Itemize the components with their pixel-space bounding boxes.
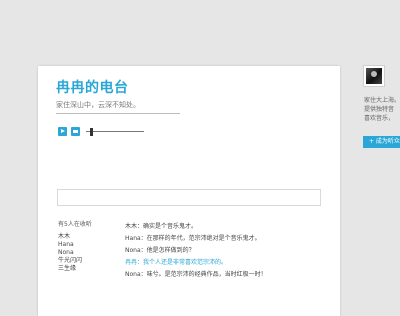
profile-line: 提供独特音 bbox=[364, 106, 395, 113]
profile-line: 喜欢音乐， bbox=[364, 115, 395, 122]
listener-item[interactable]: 牛光闪闪 bbox=[58, 257, 82, 265]
chat-message: Nona：他是怎样做到的？ bbox=[125, 247, 195, 254]
profile-line: 家住大上海。 bbox=[364, 97, 400, 104]
listener-item[interactable]: 三生缘 bbox=[58, 265, 82, 273]
chat-log: 木木：确实是个音乐鬼才。 Hana：在那样的年代，范宗沛绝对是个音乐鬼才。 No… bbox=[125, 221, 267, 281]
listener-item[interactable]: Hana bbox=[58, 241, 82, 249]
avatar-image bbox=[366, 68, 382, 84]
chat-message: Nona：味兮。是范宗沛的经典作品，当时红极一时！ bbox=[125, 271, 267, 278]
profile-description: 家住大上海。 提供独特音 喜欢音乐， bbox=[364, 96, 400, 123]
chat-message-highlight: 冉冉：我个人还是非常喜欢范宗沛的。 bbox=[125, 259, 228, 266]
radio-subtitle: 家住深山中，云深不知处。 bbox=[56, 101, 140, 109]
become-listener-button[interactable]: + 成为听众 bbox=[363, 136, 400, 148]
play-icon[interactable] bbox=[58, 127, 67, 136]
subtitle-divider bbox=[56, 113, 180, 114]
radio-card: 冉冉的电台 家住深山中，云深不知处。 有5人在收听 木木 Hana Nona 牛… bbox=[38, 66, 340, 316]
listener-item[interactable]: 木木 bbox=[58, 233, 82, 241]
message-icon[interactable] bbox=[71, 127, 80, 136]
avatar[interactable] bbox=[363, 65, 385, 87]
listener-item[interactable]: Nona bbox=[58, 249, 82, 257]
listeners-heading: 有5人在收听 bbox=[58, 221, 92, 228]
radio-title: 冉冉的电台 bbox=[56, 80, 129, 96]
listener-list: 木木 Hana Nona 牛光闪闪 三生缘 bbox=[58, 233, 82, 273]
volume-handle[interactable] bbox=[90, 128, 93, 136]
volume-slider[interactable] bbox=[86, 131, 144, 132]
chat-message: 木木：确实是个音乐鬼才。 bbox=[125, 223, 198, 230]
comment-input[interactable] bbox=[57, 189, 321, 206]
chat-message: Hana：在那样的年代，范宗沛绝对是个音乐鬼才。 bbox=[125, 235, 261, 242]
